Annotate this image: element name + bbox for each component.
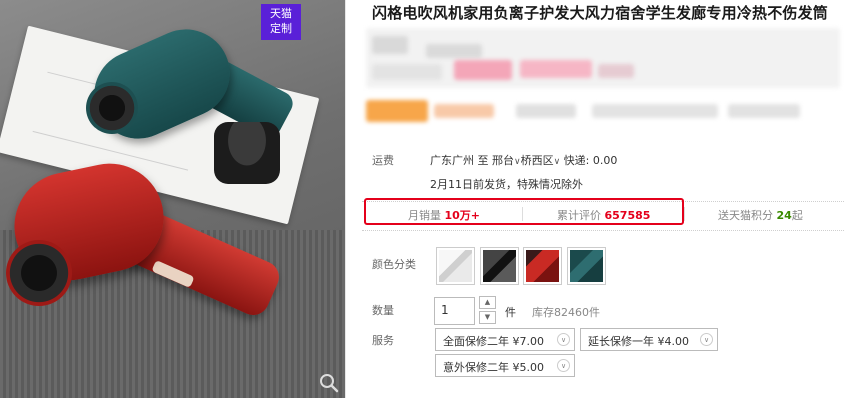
tmall-points: 送天猫积分 24起	[718, 209, 803, 222]
chevron-down-icon: ∨	[553, 157, 561, 167]
color-option-label: 颜色分类	[372, 258, 416, 271]
service-option-accident-warranty[interactable]: 意外保修二年 ¥5.00 ∨	[435, 354, 575, 377]
obscured-text-1	[372, 36, 408, 54]
stock-count: 库存82460件	[532, 306, 600, 319]
shipping-line: 广东广州 至 邢台∨桥西区∨ 快递: 0.00	[430, 152, 617, 168]
diffuser-attachment	[214, 122, 280, 184]
obscured-line-a	[516, 104, 576, 118]
destination-city-select[interactable]: 邢台∨	[492, 154, 521, 167]
swatch-red[interactable]	[523, 247, 562, 285]
product-title: 闪格电吹风机家用负离子护发大风力宿舍学生发廊专用冷热不伤发筒	[372, 4, 829, 22]
obscured-line-b	[592, 104, 718, 118]
service-option-extended-warranty[interactable]: 延长保修一年 ¥4.00 ∨	[580, 328, 718, 351]
destination-district-select[interactable]: 桥西区∨	[521, 154, 561, 167]
review-count[interactable]: 累计评价 657585	[557, 207, 650, 223]
shipping-label: 运费	[372, 154, 394, 167]
product-main-image[interactable]: 天猫 定制	[0, 0, 346, 398]
quantity-unit: 件	[505, 306, 516, 319]
obscured-text-3	[372, 64, 442, 80]
quantity-decrease-button[interactable]: ▼	[479, 311, 496, 324]
obscured-text-2	[426, 44, 482, 58]
green-dryer-nozzle	[86, 82, 138, 134]
swatch-green[interactable]	[567, 247, 606, 285]
ship-date-note: 2月11日前发货，特殊情况除外	[430, 178, 583, 191]
chevron-down-icon: ∨	[700, 333, 713, 346]
service-option-full-warranty[interactable]: 全面保修二年 ¥7.00 ∨	[435, 328, 575, 351]
quantity-label: 数量	[372, 304, 394, 317]
swatch-white[interactable]	[436, 247, 475, 285]
tmall-points-value: 24	[776, 209, 792, 222]
obscured-coupon-orange	[366, 100, 428, 122]
obscured-price-1	[454, 60, 512, 80]
obscured-line-c	[728, 104, 800, 118]
obscured-price-3	[598, 64, 634, 78]
magnifier-icon[interactable]	[318, 372, 340, 394]
service-label: 服务	[372, 334, 394, 347]
obscured-coupon-text	[434, 104, 494, 118]
chevron-down-icon: ∨	[557, 333, 570, 346]
chevron-down-icon: ∨	[557, 359, 570, 372]
stat-divider	[522, 207, 523, 221]
badge-line-2: 定制	[270, 23, 292, 35]
review-count-value: 657585	[604, 209, 651, 222]
quantity-increase-button[interactable]: ▲	[479, 296, 496, 309]
chevron-down-icon: ∨	[514, 157, 521, 167]
badge-line-1: 天猫	[270, 8, 292, 20]
stat-divider	[684, 207, 685, 221]
monthly-sales-value: 10万+	[444, 209, 481, 222]
quantity-input[interactable]: 1	[434, 297, 475, 325]
tmall-custom-badge: 天猫 定制	[261, 4, 301, 40]
shipping-fee-label: 快递:	[563, 154, 590, 167]
ship-to-word: 至	[477, 154, 489, 167]
obscured-price-2	[520, 60, 592, 78]
swatch-black[interactable]	[480, 247, 519, 285]
monthly-sales: 月销量 10万+	[408, 209, 481, 222]
shipping-fee: 0.00	[592, 154, 618, 167]
red-dryer-nozzle	[6, 240, 72, 306]
ship-from: 广东广州	[430, 154, 474, 167]
